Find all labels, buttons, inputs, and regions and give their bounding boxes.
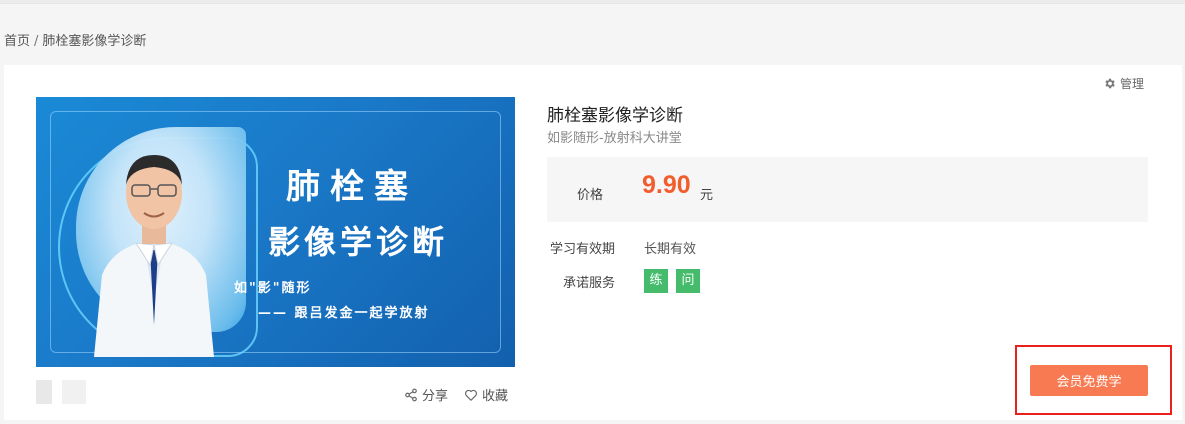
breadcrumb-home-link[interactable]: 首页 <box>4 34 30 49</box>
price-panel: 价格 9.90 元 <box>547 157 1148 222</box>
cover-subtitle-line1: 如"影"随形 <box>234 281 312 296</box>
validity-value: 长期有效 <box>644 242 697 257</box>
course-cover-image[interactable]: 肺栓塞 影像学诊断 如"影"随形 —— 跟吕发金一起学放射 <box>36 97 515 367</box>
avatar-placeholder <box>36 380 52 404</box>
course-series-link[interactable]: 如影随形-放射科大讲堂 <box>547 127 682 146</box>
manage-button[interactable]: 管理 <box>1103 75 1144 92</box>
course-card: 管理 肺栓塞 影像学诊断 如"影"随形 —— 跟吕发金一起学放射 分享 收藏 肺… <box>4 65 1182 420</box>
favorite-button[interactable]: 收藏 <box>464 385 508 404</box>
breadcrumb: 首页 / 肺栓塞影像学诊断 <box>4 30 146 49</box>
member-free-study-button[interactable]: 会员免费学 <box>1030 365 1148 396</box>
price-unit: 元 <box>700 188 714 203</box>
cover-title-line1: 肺栓塞 <box>286 167 418 207</box>
share-label: 分享 <box>422 389 449 404</box>
price-label: 价格 <box>577 188 604 203</box>
avatar-placeholder <box>62 380 86 404</box>
validity-label: 学习有效期 <box>550 242 616 257</box>
price-value: 9.90 <box>642 171 691 199</box>
doctor-portrait <box>94 155 214 357</box>
services-label: 承诺服务 <box>563 276 616 291</box>
breadcrumb-separator: / <box>34 34 39 49</box>
favorite-label: 收藏 <box>482 389 509 404</box>
course-title: 肺栓塞影像学诊断 <box>547 106 683 126</box>
action-row: 分享 收藏 <box>404 385 508 404</box>
share-icon <box>405 388 417 401</box>
breadcrumb-current: 肺栓塞影像学诊断 <box>42 34 147 49</box>
gear-icon <box>1105 78 1115 89</box>
share-button[interactable]: 分享 <box>404 385 448 404</box>
cover-subtitle-line2: —— 跟吕发金一起学放射 <box>258 306 430 321</box>
service-badge-ask[interactable]: 问 <box>676 269 700 293</box>
manage-label: 管理 <box>1119 77 1144 91</box>
top-bar <box>0 0 1185 4</box>
service-badge-practice[interactable]: 练 <box>644 269 668 293</box>
heart-icon <box>465 389 477 401</box>
avatar-placeholders <box>36 380 86 404</box>
cover-title-line2: 影像学诊断 <box>268 223 449 261</box>
